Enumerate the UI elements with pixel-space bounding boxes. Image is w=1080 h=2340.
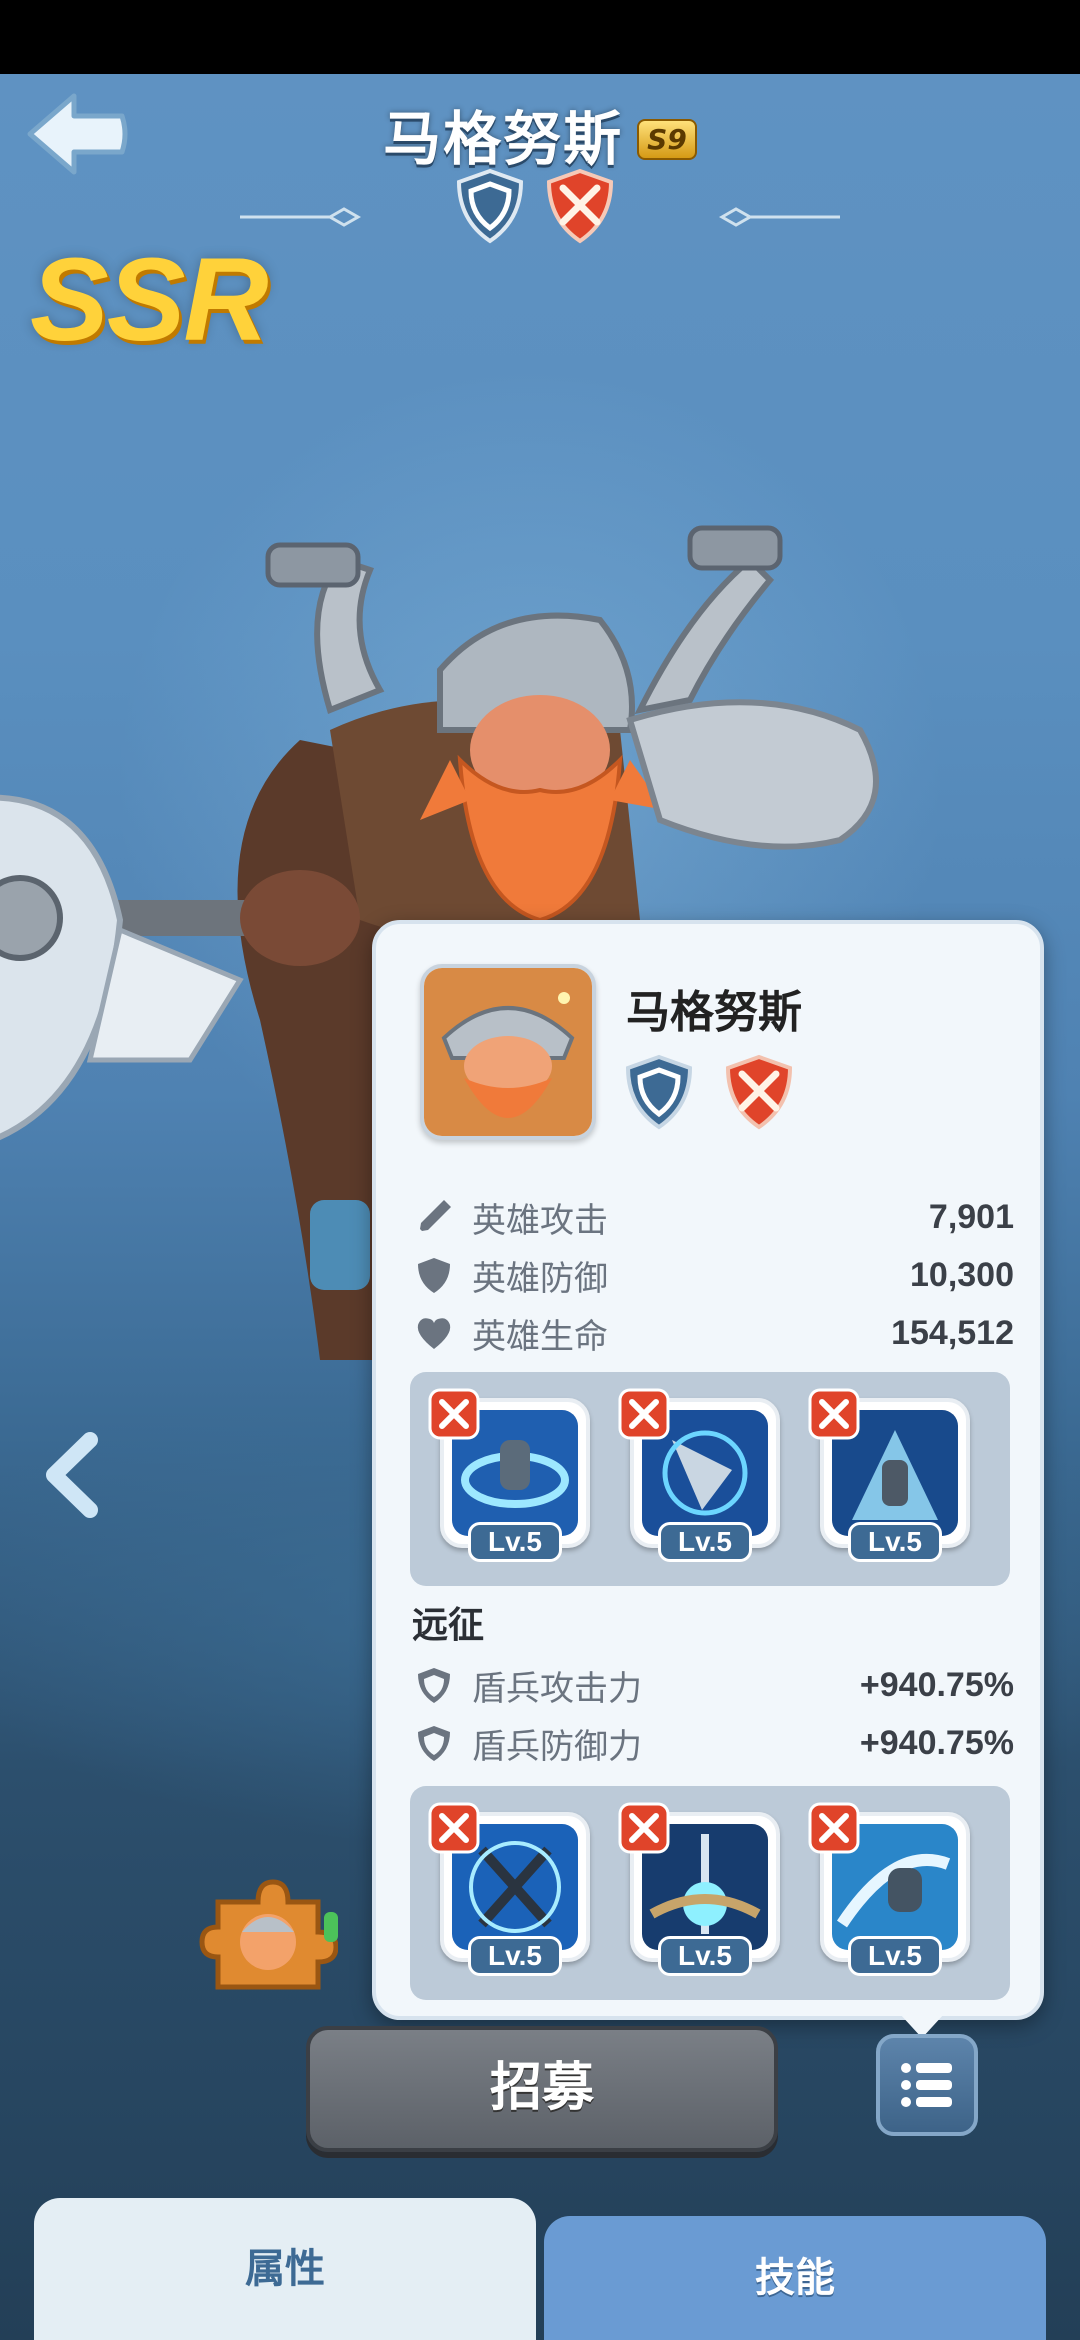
stat-label: 盾兵攻击力 [472,1669,642,1708]
crossed-swords-badge-icon [808,1388,860,1440]
expedition-stat-row: 盾兵攻击力 +940.75% [414,1660,1014,1710]
skill-level: Lv.5 [468,1936,562,1976]
shield-class-icon [456,168,524,244]
heart-icon [417,1318,451,1349]
previous-hero-arrow-icon[interactable] [40,1430,110,1520]
expedition-stat-row: 盾兵防御力 +940.75% [414,1718,1014,1768]
tab-attributes[interactable]: 属性 [34,2198,536,2340]
skill-level: Lv.5 [658,1522,752,1562]
season-badge: S9 [637,119,697,160]
stat-row-attack: 英雄攻击 7,901 [414,1192,1014,1242]
shield-class-icon [625,1054,693,1130]
hero-title: 马格努斯 S9 [0,92,1080,176]
list-menu-button[interactable] [876,2034,978,2136]
crossed-swords-badge-icon [618,1388,670,1440]
recruit-button[interactable]: 招募 [306,2026,778,2152]
skill-level: Lv.5 [658,1936,752,1976]
tab-skills[interactable]: 技能 [544,2216,1046,2340]
hero-portrait-image [424,968,592,1136]
skill-slot-6[interactable]: Lv.5 [808,1802,970,1976]
skill-level: Lv.5 [848,1936,942,1976]
stat-label: 英雄生命 [472,1317,608,1356]
hero-portrait [420,964,596,1140]
expedition-skills-box: Lv.5 Lv.5 Lv.5 [410,1786,1010,2000]
crossed-swords-badge-icon [808,1802,860,1854]
stat-row-health: 英雄生命 154,512 [414,1308,1014,1358]
stat-value: +940.75% [859,1665,1014,1704]
hero-shard-puzzle-icon[interactable] [198,1872,338,1992]
stat-value: 154,512 [891,1313,1014,1352]
crossed-swords-class-icon [725,1054,793,1130]
skill-slot-5[interactable]: Lv.5 [618,1802,780,1976]
hero-class-icons [455,168,625,248]
crossed-swords-badge-icon [428,1802,480,1854]
shield-icon [418,1726,450,1761]
hero-info-panel: 马格努斯 英雄攻击 7,901 英雄防御 10,300 英雄生命 154,512 [372,920,1044,2020]
panel-class-icons [624,1054,794,1130]
stat-row-defense: 英雄防御 10,300 [414,1250,1014,1300]
crossed-swords-badge-icon [618,1802,670,1854]
stat-label: 英雄防御 [472,1259,608,1298]
skill-slot-1[interactable]: Lv.5 [428,1388,590,1562]
skill-level: Lv.5 [468,1522,562,1562]
stat-value: 7,901 [928,1197,1014,1236]
title-decoration-right [718,207,840,227]
stat-value: +940.75% [859,1723,1014,1762]
expedition-title: 远征 [412,1604,485,1645]
hero-name: 马格努斯 [383,107,624,172]
list-icon [901,2063,952,2107]
stat-value: 10,300 [910,1255,1014,1294]
skill-level: Lv.5 [848,1522,942,1562]
sword-icon [420,1200,451,1231]
skill-slot-2[interactable]: Lv.5 [618,1388,780,1562]
status-bar [0,0,1080,74]
title-decoration-left [240,207,362,227]
panel-hero-name: 马格努斯 [626,988,802,1037]
hero-skills-box: Lv.5 Lv.5 Lv.5 [410,1372,1010,1586]
skill-slot-4[interactable]: Lv.5 [428,1802,590,1976]
shield-icon [418,1258,450,1293]
crossed-swords-class-icon [546,168,614,244]
stat-label: 盾兵防御力 [472,1727,642,1766]
stat-label: 英雄攻击 [472,1201,608,1240]
shield-icon [418,1668,450,1703]
rarity-label: SSR [30,234,269,366]
skill-slot-3[interactable]: Lv.5 [808,1388,970,1562]
crossed-swords-badge-icon [428,1388,480,1440]
